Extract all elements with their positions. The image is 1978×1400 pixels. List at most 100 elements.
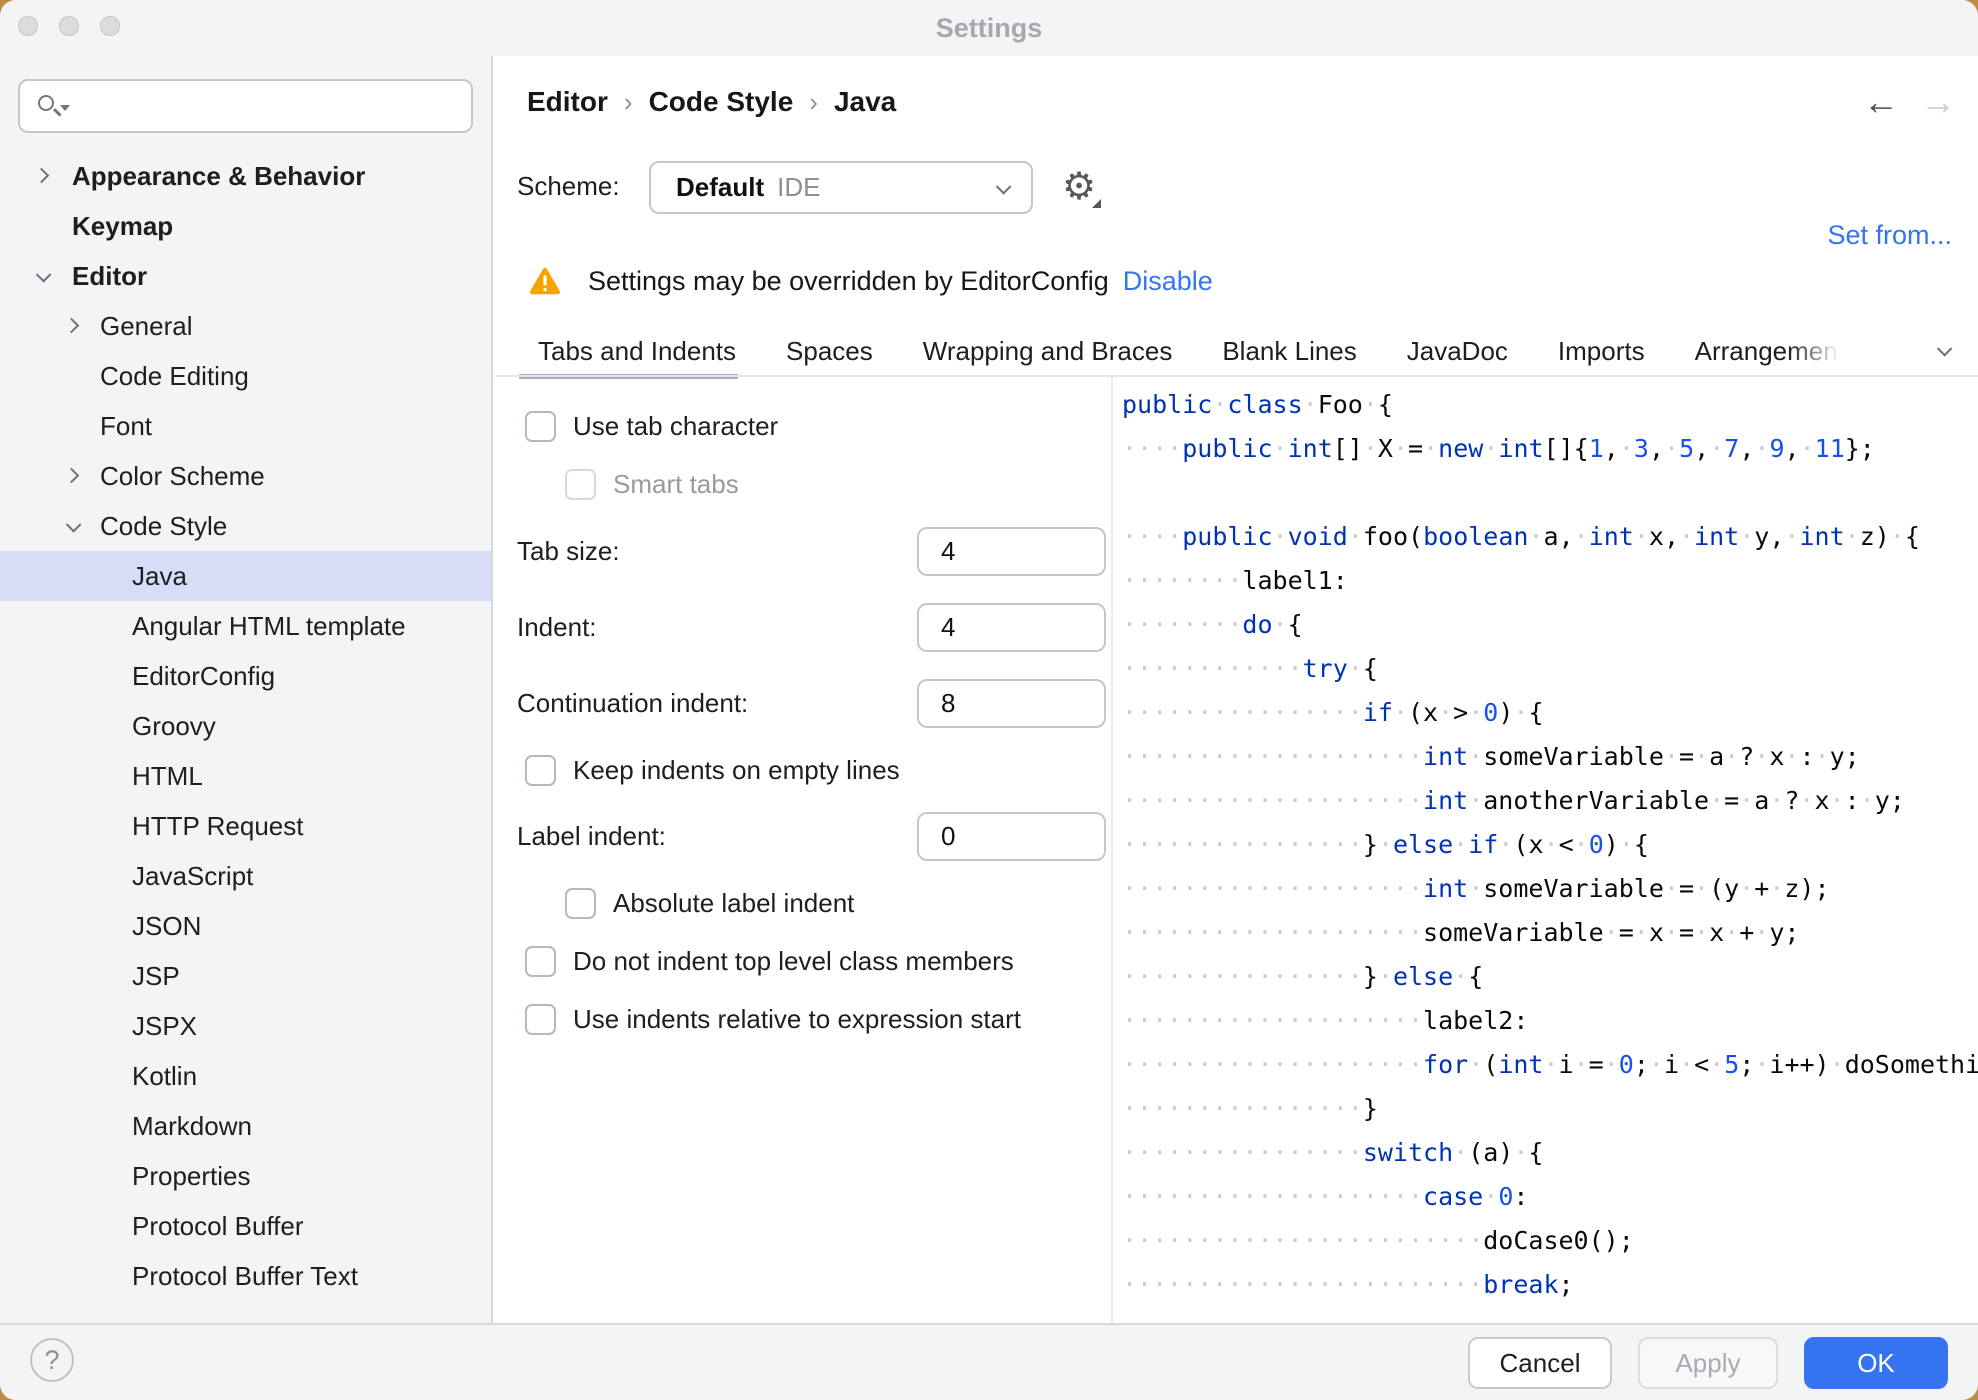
code-line: ················switch·(a)·{ (1122, 1138, 1544, 1167)
sidebar-item-html[interactable]: HTML (0, 751, 491, 801)
breadcrumb-separator: › (623, 87, 633, 117)
input-indent[interactable]: 4 (917, 602, 1106, 652)
chevron-down-icon (995, 179, 1012, 195)
scheme-select[interactable]: Default IDE (649, 161, 1033, 214)
search-input[interactable] (18, 79, 473, 133)
sidebar-item-label: Font (100, 410, 153, 441)
tab-label: Imports (1557, 336, 1645, 366)
checkbox-row-keep-indents-on-empty-lines: Keep indents on empty lines (525, 746, 900, 794)
checkbox-smart-tabs (565, 468, 596, 500)
code-line: ····················int·someVariable·=·a… (1122, 742, 1860, 771)
sidebar-item-protocol-buffer[interactable]: Protocol Buffer (0, 1201, 491, 1251)
sidebar-item-kotlin[interactable]: Kotlin (0, 1051, 491, 1101)
chevron-down-icon[interactable] (65, 517, 82, 533)
sidebar-item-label: JavaScript (132, 860, 254, 891)
sidebar-item-jspx[interactable]: JSPX (0, 1001, 491, 1051)
checkbox-keep-indents-on-empty-lines[interactable] (525, 754, 556, 786)
forward-icon: → (1920, 81, 1956, 122)
set-from-link[interactable]: Set from... (1827, 220, 1952, 251)
sidebar-item-groovy[interactable]: Groovy (0, 701, 491, 751)
sidebar-item-label: Protocol Buffer Text (132, 1260, 358, 1291)
sidebar-item-editor[interactable]: Editor (0, 251, 491, 301)
settings-sidebar: Appearance & Behavior Keymap Editor General… (0, 56, 493, 1323)
sidebar-item-java[interactable]: Java (0, 551, 491, 601)
cancel-button[interactable]: Cancel (1468, 1337, 1612, 1389)
dialog-footer: ? Cancel Apply OK (0, 1323, 1978, 1400)
sidebar-item-label: General (100, 310, 193, 341)
code-line: ····················someVariable·=·x·=·x… (1122, 918, 1800, 947)
help-button[interactable]: ? (30, 1338, 74, 1382)
checkbox-do-not-indent-top-level-class-members[interactable] (525, 945, 556, 977)
input-label-indent[interactable]: 0 (917, 811, 1106, 861)
sidebar-item-jsp[interactable]: JSP (0, 951, 491, 1001)
tab-tabs-and-indents[interactable]: Tabs and Indents (518, 331, 739, 379)
sidebar-item-code-style[interactable]: Code Style (0, 501, 491, 551)
checkbox-row-absolute-label-indent: Absolute label indent (565, 879, 854, 927)
tab-imports[interactable]: Imports (1558, 331, 1645, 377)
code-line: ························doCase0(); (1122, 1226, 1634, 1255)
tab-label: Tabs and Indents (538, 336, 737, 366)
checkbox-use-tab-character[interactable] (525, 410, 556, 442)
tab-label: Arrangement (1695, 331, 1845, 371)
chevron-right-icon[interactable] (63, 467, 80, 484)
field-label: Tab size: (517, 535, 620, 566)
disable-link[interactable]: Disable (1123, 266, 1213, 297)
tab-spaces[interactable]: Spaces (786, 331, 873, 377)
sidebar-item-markdown[interactable]: Markdown (0, 1101, 491, 1151)
scheme-label: Scheme: (517, 171, 620, 201)
chevron-right-icon[interactable] (63, 317, 80, 334)
tabs-overflow-chevron-icon[interactable] (1936, 341, 1953, 357)
sidebar-item-javascript[interactable]: JavaScript (0, 851, 491, 901)
search-icon[interactable] (38, 95, 70, 119)
tab-javadoc[interactable]: JavaDoc (1407, 331, 1508, 377)
code-style-tabs: Tabs and Indents Spaces Wrapping and Brace… (518, 331, 1845, 379)
titlebar: Settings (0, 0, 1978, 56)
breadcrumb: Editor › Code Style › Java (527, 86, 896, 118)
code-line: ····public·int[]·X·=·new·int[]{1,·3,·5,·… (1122, 434, 1875, 463)
breadcrumb-item-editor[interactable]: Editor (527, 86, 608, 117)
sidebar-item-general[interactable]: General (0, 301, 491, 351)
field-row-indent: Indent: 4 (517, 602, 1111, 652)
editorconfig-warning-banner: Settings may be overridden by EditorConf… (529, 264, 1213, 298)
sidebar-item-label: Properties (132, 1160, 251, 1191)
code-line: ················} (1122, 1094, 1378, 1123)
chevron-right-icon[interactable] (33, 167, 50, 184)
sidebar-item-font[interactable]: Font (0, 401, 491, 451)
sidebar-item-appearance-behavior[interactable]: Appearance & Behavior (0, 151, 491, 201)
ok-button[interactable]: OK (1804, 1337, 1948, 1389)
sidebar-item-properties[interactable]: Properties (0, 1151, 491, 1201)
sidebar-item-protocol-buffer-text[interactable]: Protocol Buffer Text (0, 1251, 491, 1301)
sidebar-item-editorconfig[interactable]: EditorConfig (0, 651, 491, 701)
sidebar-item-code-editing[interactable]: Code Editing (0, 351, 491, 401)
tab-label: JavaDoc (1406, 336, 1508, 366)
gear-icon[interactable]: ⚙ (1055, 164, 1103, 212)
code-line: ························break; (1122, 1270, 1574, 1299)
code-line: ····················case·0: (1122, 1182, 1529, 1211)
sidebar-item-keymap[interactable]: Keymap (0, 201, 491, 251)
sidebar-item-label: Color Scheme (100, 460, 265, 491)
input-continuation-indent[interactable]: 8 (917, 678, 1106, 728)
code-line: ····················int·someVariable·=·(… (1122, 874, 1830, 903)
checkbox-label: Keep indents on empty lines (573, 754, 900, 785)
tab-blank-lines[interactable]: Blank Lines (1222, 331, 1356, 377)
sidebar-item-angular-html-template[interactable]: Angular HTML template (0, 601, 491, 651)
sidebar-item-label: Kotlin (132, 1060, 198, 1091)
checkbox-use-indents-relative-to-expression-start[interactable] (525, 1003, 556, 1035)
sidebar-item-color-scheme[interactable]: Color Scheme (0, 451, 491, 501)
sidebar-item-label: EditorConfig (132, 660, 276, 691)
back-icon[interactable]: ← (1863, 84, 1899, 120)
settings-tree: Appearance & Behavior Keymap Editor General… (0, 151, 491, 1301)
breadcrumb-separator: › (809, 87, 818, 117)
input-tab-size[interactable]: 4 (917, 526, 1106, 576)
breadcrumb-item-code-style[interactable]: Code Style (649, 86, 794, 117)
sidebar-item-label: Angular HTML template (132, 610, 406, 641)
sidebar-item-json[interactable]: JSON (0, 901, 491, 951)
tabs-indents-form: Use tab character Smart tabs Tab size: 4 Ind… (495, 377, 1111, 1323)
tab-arrangement[interactable]: Arrangement (1695, 331, 1845, 377)
tab-wrapping-and-braces[interactable]: Wrapping and Braces (923, 331, 1173, 377)
field-label: Label indent: (517, 820, 666, 851)
code-line: ················}·else·{ (1122, 962, 1484, 991)
sidebar-item-http-request[interactable]: HTTP Request (0, 801, 491, 851)
chevron-down-icon[interactable] (35, 267, 52, 283)
checkbox-absolute-label-indent[interactable] (565, 887, 596, 919)
